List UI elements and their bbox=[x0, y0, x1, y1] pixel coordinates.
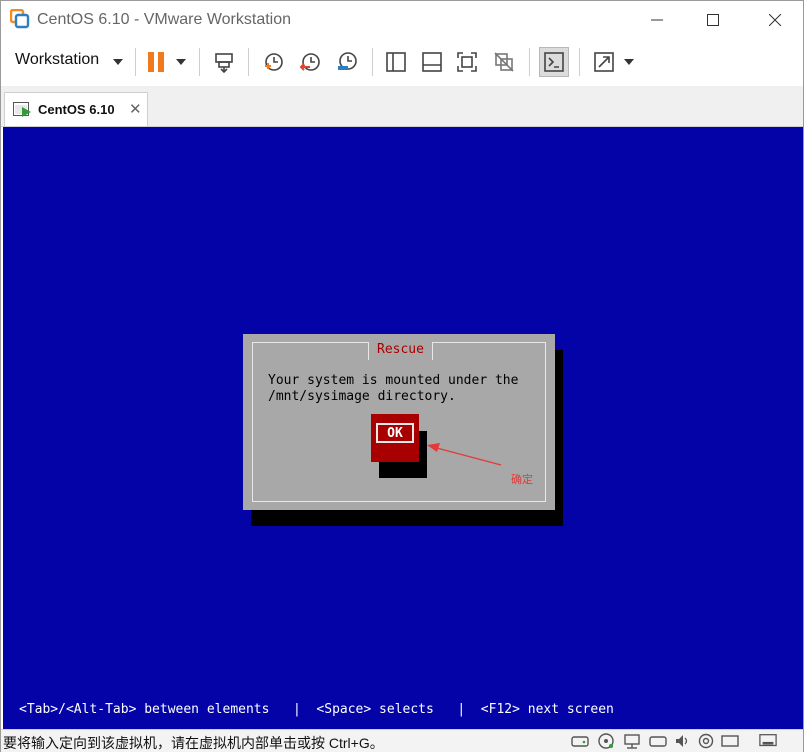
hdd-icon[interactable] bbox=[571, 733, 589, 749]
toolbar-divider bbox=[199, 48, 200, 76]
library-icon bbox=[386, 52, 406, 72]
toolbar-divider bbox=[579, 48, 580, 76]
full-screen-button[interactable] bbox=[452, 47, 482, 77]
thumbnail-bar-button[interactable] bbox=[417, 47, 447, 77]
stretch-guest-button[interactable] bbox=[589, 47, 619, 77]
stretch-dropdown-icon[interactable] bbox=[624, 59, 634, 65]
send-ctrl-alt-del-button[interactable] bbox=[209, 47, 239, 77]
thumbnail-bar-icon bbox=[422, 52, 442, 72]
cdrom-icon[interactable] bbox=[597, 733, 615, 749]
tab-label: CentOS 6.10 bbox=[38, 102, 115, 117]
minimize-icon bbox=[651, 19, 663, 21]
close-icon bbox=[769, 14, 781, 26]
console-view-button[interactable] bbox=[539, 47, 569, 77]
toolbar-divider bbox=[248, 48, 249, 76]
maximize-icon bbox=[707, 14, 719, 26]
send-ctrl-alt-del-icon bbox=[215, 53, 233, 73]
close-button[interactable] bbox=[752, 1, 798, 39]
hint-f12: <F12> next screen bbox=[480, 702, 614, 717]
show-library-button[interactable] bbox=[381, 47, 411, 77]
console-view-icon bbox=[544, 52, 564, 72]
hint-separator: | bbox=[457, 702, 466, 717]
workstation-menu-caret-icon[interactable] bbox=[113, 59, 123, 65]
vmware-window: CentOS 6.10 - VMware Workstation Worksta… bbox=[0, 0, 804, 752]
hint-space: <Space> selects bbox=[316, 702, 434, 717]
unity-button[interactable] bbox=[489, 47, 519, 77]
pause-button[interactable] bbox=[141, 47, 171, 77]
minimize-button[interactable] bbox=[634, 1, 680, 39]
toolbar: Workstation bbox=[1, 39, 803, 87]
sound-icon[interactable] bbox=[673, 733, 691, 749]
revert-snapshot-button[interactable] bbox=[295, 47, 325, 77]
status-monitor-icon[interactable] bbox=[759, 733, 777, 749]
window-title: CentOS 6.10 - VMware Workstation bbox=[37, 11, 292, 28]
snapshot-manager-icon bbox=[338, 52, 357, 70]
tab-centos[interactable]: CentOS 6.10 ✕ bbox=[4, 92, 148, 126]
console-hint-bar: <Tab>/<Alt-Tab> between elements | <Spac… bbox=[19, 702, 614, 717]
snapshot-manager-button[interactable] bbox=[332, 47, 362, 77]
snapshot-revert-icon bbox=[299, 53, 320, 71]
pause-dropdown-icon[interactable] bbox=[176, 59, 186, 65]
tab-close-icon[interactable]: ✕ bbox=[129, 100, 142, 118]
fullscreen-icon bbox=[457, 52, 477, 72]
toolbar-divider bbox=[135, 48, 136, 76]
vm-tab-strip: CentOS 6.10 ✕ bbox=[1, 86, 803, 127]
vm-running-icon bbox=[13, 102, 33, 123]
stretch-icon bbox=[594, 52, 614, 72]
hint-tab: <Tab>/<Alt-Tab> between elements bbox=[19, 702, 270, 717]
hint-separator: | bbox=[292, 702, 301, 717]
snapshot-take-icon bbox=[265, 53, 283, 71]
pause-icon bbox=[148, 52, 164, 72]
toolbar-divider bbox=[372, 48, 373, 76]
annotation-arrow-icon bbox=[427, 443, 502, 466]
display-icon[interactable] bbox=[721, 733, 739, 749]
vmware-app-icon bbox=[9, 8, 30, 29]
vm-console[interactable]: Rescue Your system is mounted under the … bbox=[3, 127, 803, 729]
title-bar: CentOS 6.10 - VMware Workstation bbox=[1, 1, 803, 39]
status-message: 要将输入定向到该虚拟机，请在虚拟机内部单击或按 Ctrl+G。 bbox=[3, 735, 384, 751]
unity-icon bbox=[494, 52, 514, 72]
printer-icon[interactable] bbox=[697, 733, 715, 749]
maximize-button[interactable] bbox=[690, 1, 736, 39]
status-bar: 要将输入定向到该虚拟机，请在虚拟机内部单击或按 Ctrl+G。 bbox=[1, 729, 803, 752]
usb-icon[interactable] bbox=[649, 733, 667, 749]
network-icon[interactable] bbox=[623, 733, 641, 749]
take-snapshot-button[interactable] bbox=[258, 47, 288, 77]
workstation-menu[interactable]: Workstation bbox=[15, 51, 99, 69]
annotation-label: 确定 bbox=[511, 473, 533, 486]
toolbar-divider bbox=[529, 48, 530, 76]
